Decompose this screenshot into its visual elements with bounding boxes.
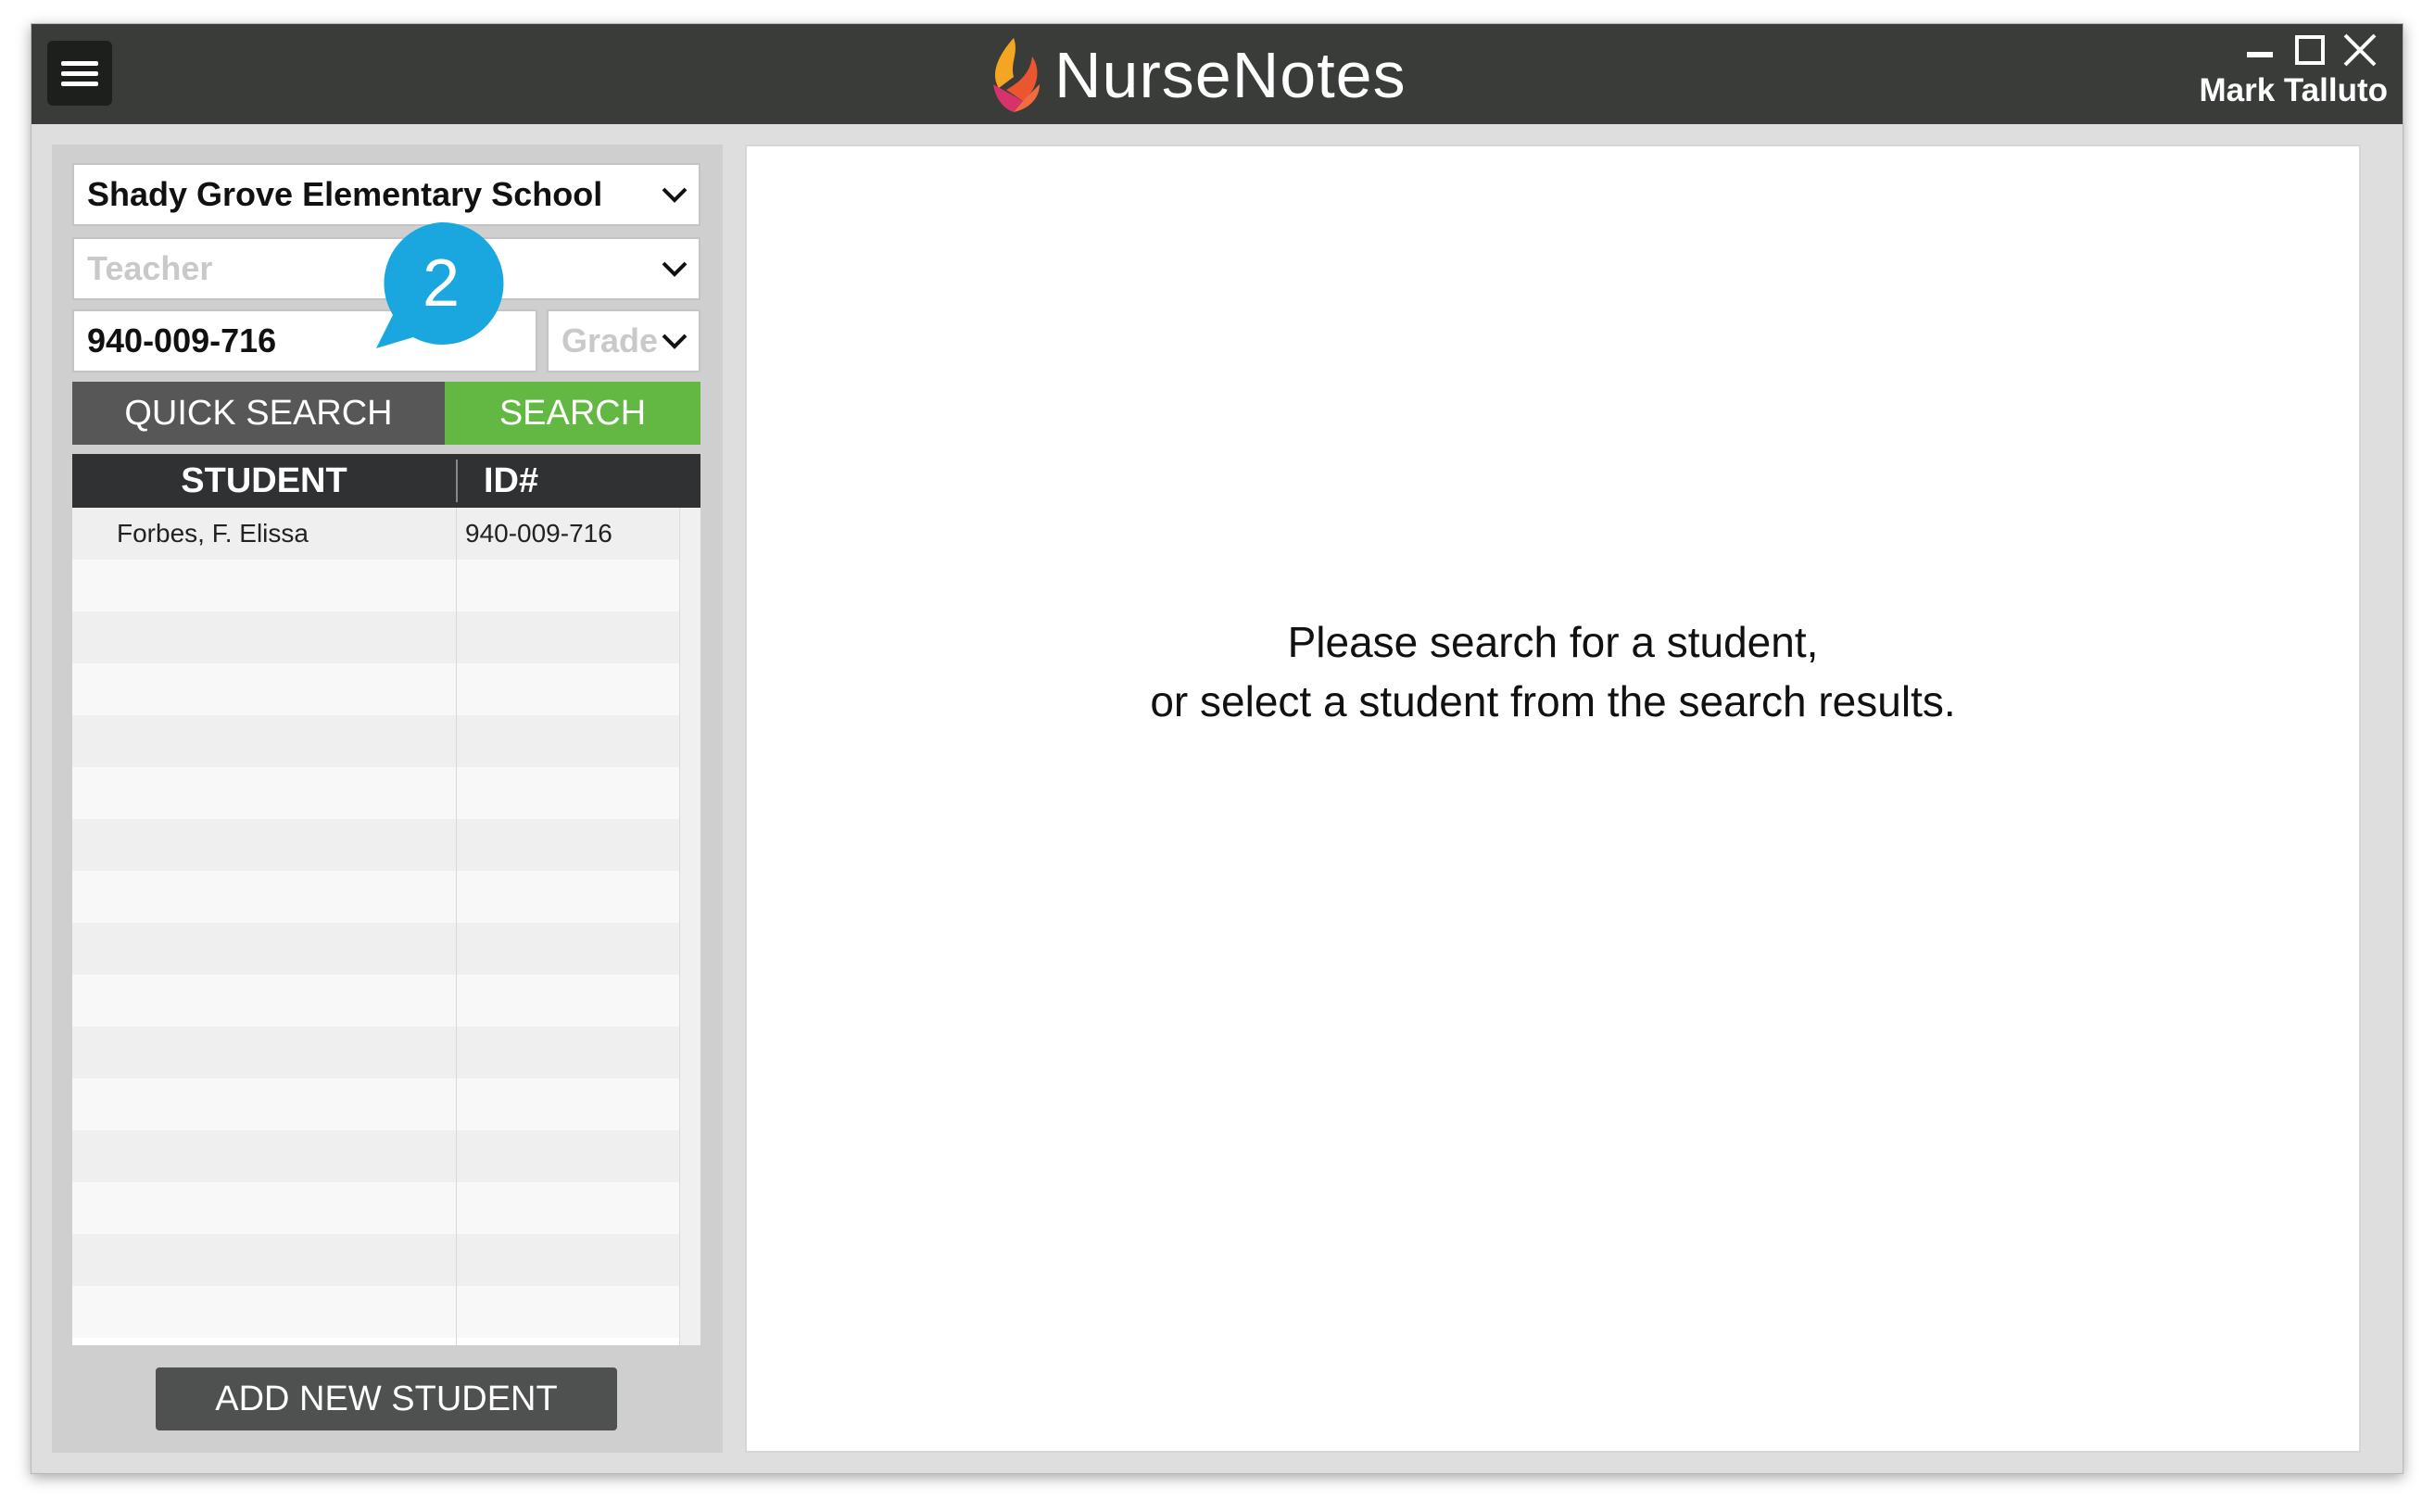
column-divider bbox=[456, 508, 457, 1345]
table-row[interactable] bbox=[72, 1027, 680, 1078]
student-id-cell: 940-009-716 bbox=[465, 519, 612, 548]
header-divider bbox=[456, 460, 458, 502]
table-row[interactable] bbox=[72, 715, 680, 767]
chevron-down-icon bbox=[662, 334, 688, 349]
student-detail-panel: Please search for a student, or select a… bbox=[745, 145, 2361, 1453]
app-window: NurseNotes Mark Talluto Shady Grove Elem… bbox=[31, 23, 2403, 1474]
table-row[interactable] bbox=[72, 1286, 680, 1338]
table-row[interactable] bbox=[72, 1130, 680, 1182]
table-row[interactable] bbox=[72, 1182, 680, 1234]
student-id-value: 940-009-716 bbox=[87, 321, 277, 359]
quick-search-button[interactable]: QUICK SEARCH bbox=[72, 382, 445, 445]
grade-select[interactable]: Grade bbox=[547, 309, 700, 372]
menu-line bbox=[61, 61, 98, 66]
table-row[interactable] bbox=[72, 1234, 680, 1286]
table-row[interactable]: Forbes, F. Elissa 940-009-716 bbox=[72, 508, 680, 560]
close-icon[interactable] bbox=[2341, 32, 2378, 69]
table-row[interactable] bbox=[72, 975, 680, 1027]
table-row[interactable] bbox=[72, 1078, 680, 1130]
app-title: NurseNotes bbox=[1054, 39, 1407, 111]
maximize-icon[interactable] bbox=[2291, 32, 2328, 69]
search-button[interactable]: SEARCH bbox=[445, 382, 700, 445]
empty-state-line-1: Please search for a student, bbox=[1287, 618, 1819, 666]
school-value: Shady Grove Elementary School bbox=[87, 175, 603, 213]
add-new-student-button[interactable]: ADD NEW STUDENT bbox=[156, 1367, 617, 1430]
table-header: STUDENT ID# bbox=[72, 454, 700, 508]
menu-line bbox=[61, 82, 98, 86]
table-row[interactable] bbox=[72, 560, 680, 611]
flame-logo-icon bbox=[993, 38, 1040, 112]
title-bar: NurseNotes Mark Talluto bbox=[32, 24, 2403, 124]
column-header-student[interactable]: STUDENT bbox=[72, 454, 456, 508]
chevron-down-icon bbox=[662, 187, 688, 203]
table-row[interactable] bbox=[72, 819, 680, 871]
column-header-id[interactable]: ID# bbox=[484, 454, 538, 508]
app-logo: NurseNotes bbox=[986, 33, 1407, 117]
student-name-cell: Forbes, F. Elissa bbox=[117, 519, 309, 548]
hamburger-menu-button[interactable] bbox=[47, 41, 112, 106]
results-table: STUDENT ID# Forbes, F. Elissa 940-009-716 bbox=[72, 454, 700, 1345]
minimize-icon[interactable] bbox=[2241, 32, 2278, 69]
user-name[interactable]: Mark Talluto bbox=[2199, 72, 2388, 109]
table-row[interactable] bbox=[72, 923, 680, 975]
menu-line bbox=[61, 71, 98, 76]
table-row[interactable] bbox=[72, 663, 680, 715]
scrollbar[interactable] bbox=[679, 508, 700, 1345]
chevron-down-icon bbox=[662, 261, 688, 277]
table-row[interactable] bbox=[72, 611, 680, 663]
table-row[interactable] bbox=[72, 767, 680, 819]
window-controls bbox=[2186, 32, 2390, 69]
teacher-placeholder: Teacher bbox=[87, 249, 213, 287]
empty-state-line-2: or select a student from the search resu… bbox=[1150, 677, 1956, 725]
callout-number: 2 bbox=[422, 246, 461, 321]
table-row[interactable] bbox=[72, 871, 680, 923]
school-select[interactable]: Shady Grove Elementary School bbox=[72, 163, 700, 226]
grade-placeholder: Grade bbox=[561, 321, 659, 359]
